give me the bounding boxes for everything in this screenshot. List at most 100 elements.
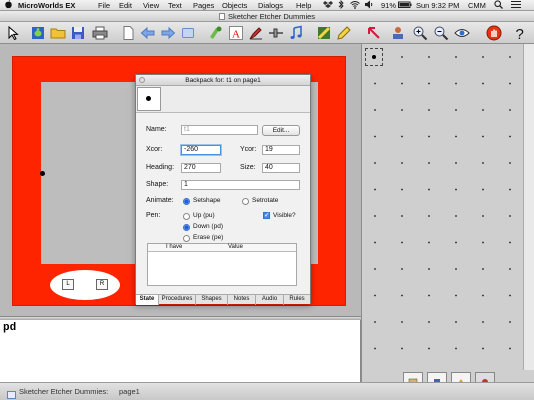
shape-slot-dot[interactable]: [428, 135, 430, 138]
left-knob-button[interactable]: L: [62, 279, 74, 290]
menu-help[interactable]: Help: [296, 0, 311, 11]
help-question-icon[interactable]: ?: [512, 25, 528, 43]
shape-slot-dot[interactable]: [401, 321, 403, 323]
shape-slot-dot[interactable]: [509, 294, 511, 297]
new-turtle-icon[interactable]: [30, 25, 46, 41]
shape-slot-dot[interactable]: [482, 268, 484, 270]
shape-slot-dot[interactable]: [482, 162, 484, 164]
shape-slot-dot[interactable]: [482, 135, 484, 138]
menubar-user[interactable]: CMM: [468, 0, 486, 11]
stop-hand-icon[interactable]: [486, 25, 502, 41]
shape-slot-dot[interactable]: [428, 56, 430, 58]
shape-slot-dot[interactable]: [374, 135, 376, 138]
shape-slot-dot[interactable]: [401, 268, 403, 270]
pencil-tool-icon[interactable]: [336, 25, 352, 41]
menubar-clock[interactable]: Sun 9:32 PM: [416, 0, 459, 11]
shape-slot-dot[interactable]: [374, 321, 376, 323]
shape-slot-dot[interactable]: [455, 109, 457, 111]
shape-slot-dot[interactable]: [482, 215, 484, 217]
shapes-scrollbar[interactable]: [523, 44, 534, 370]
stamp-tool-icon[interactable]: [390, 25, 406, 41]
close-icon[interactable]: [139, 77, 145, 83]
ycor-field[interactable]: 19: [262, 145, 300, 155]
shape-slot-dot[interactable]: [455, 188, 457, 191]
shape-slot-dot[interactable]: [401, 294, 403, 297]
shape-slot-dot[interactable]: [428, 294, 430, 297]
setshape-radio[interactable]: [183, 198, 190, 205]
shape-slot-dot[interactable]: [374, 188, 376, 191]
shape-slot-dot[interactable]: [401, 188, 403, 191]
shape-slot-dot[interactable]: [482, 82, 484, 85]
shape-slot-dot[interactable]: [374, 241, 376, 244]
pen-up-radio[interactable]: [183, 213, 190, 220]
menu-view[interactable]: View: [143, 0, 159, 11]
shape-slot-dot[interactable]: [374, 215, 376, 217]
shape-slot-dot[interactable]: [509, 215, 511, 217]
eye-tool-icon[interactable]: [454, 25, 470, 41]
shape-slot-dot[interactable]: [428, 347, 430, 350]
shape-slot-dot[interactable]: [455, 268, 457, 270]
shape-slot-dot[interactable]: [509, 109, 511, 111]
open-folder-icon[interactable]: [50, 25, 66, 41]
shape-slot-dot[interactable]: [455, 347, 457, 350]
shape-slot-dot[interactable]: [401, 82, 403, 85]
shape-slot-dot[interactable]: [509, 162, 511, 164]
app-menu[interactable]: MicroWorlds EX: [18, 0, 75, 11]
shape-slot-dot[interactable]: [374, 294, 376, 297]
shape-slot-dot[interactable]: [455, 215, 457, 217]
zoom-out-icon[interactable]: [433, 25, 449, 41]
slider-tool-icon[interactable]: [268, 25, 284, 41]
shape-slot-dot[interactable]: [482, 188, 484, 191]
menu-dialogs[interactable]: Dialogs: [258, 0, 283, 11]
shape-slot-dot[interactable]: [509, 188, 511, 191]
pane-tab-graphics[interactable]: [427, 372, 447, 385]
setrotate-radio[interactable]: [242, 198, 249, 205]
tab-procedures[interactable]: Procedures: [159, 295, 196, 305]
paint-palette-icon[interactable]: [207, 25, 223, 41]
shape-slot-dot[interactable]: [428, 82, 430, 85]
shape-slot-dot[interactable]: [374, 268, 376, 270]
shape-slot-dot[interactable]: [401, 109, 403, 111]
pointer-arrow-icon[interactable]: [366, 25, 382, 41]
shape-slot-dot[interactable]: [374, 82, 376, 85]
shape-slot-dot[interactable]: [455, 162, 457, 164]
shape-slot-dot[interactable]: [428, 321, 430, 323]
page-view-icon[interactable]: [180, 25, 196, 41]
pane-tab-shapes[interactable]: [475, 372, 495, 385]
menu-text[interactable]: Text: [168, 0, 182, 11]
menu-edit[interactable]: Edit: [119, 0, 132, 11]
menu-pages[interactable]: Pages: [193, 0, 214, 11]
hatch-tool-icon[interactable]: [316, 25, 332, 41]
shape-slot-dot[interactable]: [482, 109, 484, 111]
shape-slot-dot[interactable]: [374, 162, 376, 164]
shape-slot-dot[interactable]: [482, 347, 484, 350]
tab-notes[interactable]: Notes: [228, 295, 256, 305]
pen-tool-icon[interactable]: [248, 25, 264, 41]
shape-slot-dot[interactable]: [428, 268, 430, 270]
selected-shape-cell[interactable]: [365, 48, 383, 66]
shape-slot-dot[interactable]: [401, 215, 403, 217]
shape-slot-dot[interactable]: [401, 241, 403, 244]
shape-slot-dot[interactable]: [428, 109, 430, 111]
shape-slot-dot[interactable]: [428, 188, 430, 191]
shape-slot-dot[interactable]: [455, 56, 457, 58]
music-note-icon[interactable]: [288, 25, 304, 41]
shape-slot-dot[interactable]: [509, 135, 511, 138]
name-field[interactable]: t1: [181, 125, 258, 135]
zoom-in-icon[interactable]: [412, 25, 428, 41]
menu-objects[interactable]: Objects: [222, 0, 247, 11]
shape-field[interactable]: 1: [181, 180, 300, 190]
pane-tab-procedures[interactable]: [403, 372, 423, 386]
shape-slot-dot[interactable]: [401, 162, 403, 164]
pen-down-radio[interactable]: [183, 224, 190, 231]
variables-table[interactable]: I have Value: [147, 243, 297, 286]
backpack-title-bar[interactable]: Backpack for: t1 on page1: [136, 75, 310, 86]
shape-slot-dot[interactable]: [401, 347, 403, 350]
shape-slot-dot[interactable]: [428, 215, 430, 217]
xcor-field[interactable]: -260: [181, 145, 221, 155]
menu-file[interactable]: File: [98, 0, 110, 11]
tab-shapes[interactable]: Shapes: [196, 295, 228, 305]
tab-state[interactable]: State: [136, 295, 159, 305]
shape-slot-dot[interactable]: [455, 241, 457, 244]
pane-tab-paint[interactable]: [451, 372, 471, 385]
